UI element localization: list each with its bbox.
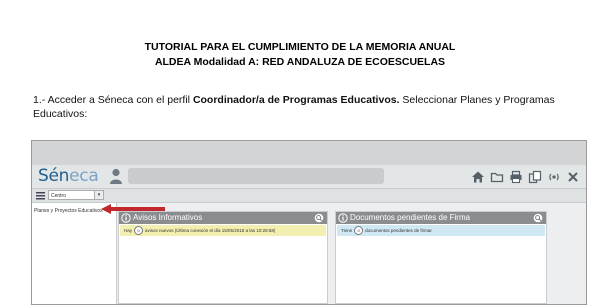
panel-avisos: Avisos Informativos Hay 0 avisos nuevos (Ú…	[118, 211, 328, 304]
info-icon	[121, 213, 131, 223]
document-title-line-2: ALDEA Modalidad A: RED ANDALUZA DE ECOES…	[154, 56, 446, 68]
seneca-sub-bar: Centro ▾	[32, 189, 586, 203]
seneca-app-bar: Séneca	[32, 165, 586, 189]
step-1-profile: Coordinador/a de Programas Educativos.	[192, 94, 400, 106]
info-icon	[338, 213, 348, 223]
home-icon[interactable]	[471, 170, 485, 184]
panel-avisos-title: Avisos Informativos	[133, 213, 203, 222]
close-icon[interactable]	[566, 170, 580, 184]
panel-documentos: Documentos pendientes de Firma Tiene 0 doc…	[335, 211, 547, 304]
panel-avisos-header: Avisos Informativos	[119, 212, 327, 224]
centro-select[interactable]: Centro ▾	[48, 190, 104, 200]
seneca-screenshot: Séneca Centro ▾ Planes y Proyectos Educa…	[31, 140, 587, 305]
panel-documentos-title: Documentos pendientes de Firma	[350, 213, 471, 222]
document-title: TUTORIAL PARA EL CUMPLIMIENTO DE LA MEMO…	[0, 40, 600, 70]
header-search-field[interactable]	[128, 168, 384, 184]
chevron-down-icon[interactable]: ▾	[94, 191, 103, 199]
broadcast-icon[interactable]	[547, 170, 561, 184]
folder-icon[interactable]	[490, 170, 504, 184]
print-icon[interactable]	[509, 170, 523, 184]
step-1-text: 1.- Acceder a Séneca con el perfil	[33, 94, 193, 106]
count-badge: 0	[354, 226, 364, 236]
document-title-line-1: TUTORIAL PARA EL CUMPLIMIENTO DE LA MEMO…	[144, 41, 456, 53]
zoom-icon[interactable]	[533, 213, 543, 223]
menu-icon[interactable]	[36, 191, 45, 200]
user-icon[interactable]	[109, 168, 123, 184]
toolbar-icons	[471, 169, 580, 185]
centro-select-value: Centro	[51, 193, 67, 199]
count-badge: 0	[134, 226, 144, 236]
seneca-logo[interactable]: Séneca	[38, 166, 99, 186]
panel-documentos-row[interactable]: Tiene 0 documentos pendientes de firmar	[337, 225, 545, 236]
sidebar-item-planes-proyectos[interactable]: Planes y Proyectos Educativos	[34, 208, 103, 214]
sidebar: Planes y Proyectos Educativos	[32, 203, 117, 304]
browser-top-bar	[32, 141, 586, 165]
step-1-instructions: 1.- Acceder a Séneca con el perfil Coord…	[33, 93, 573, 121]
panel-documentos-header: Documentos pendientes de Firma	[336, 212, 546, 224]
panel-avisos-row[interactable]: Hay 0 avisos nuevos (Última conexión el dí…	[120, 225, 326, 236]
zoom-icon[interactable]	[314, 213, 324, 223]
copy-icon[interactable]	[528, 170, 542, 184]
